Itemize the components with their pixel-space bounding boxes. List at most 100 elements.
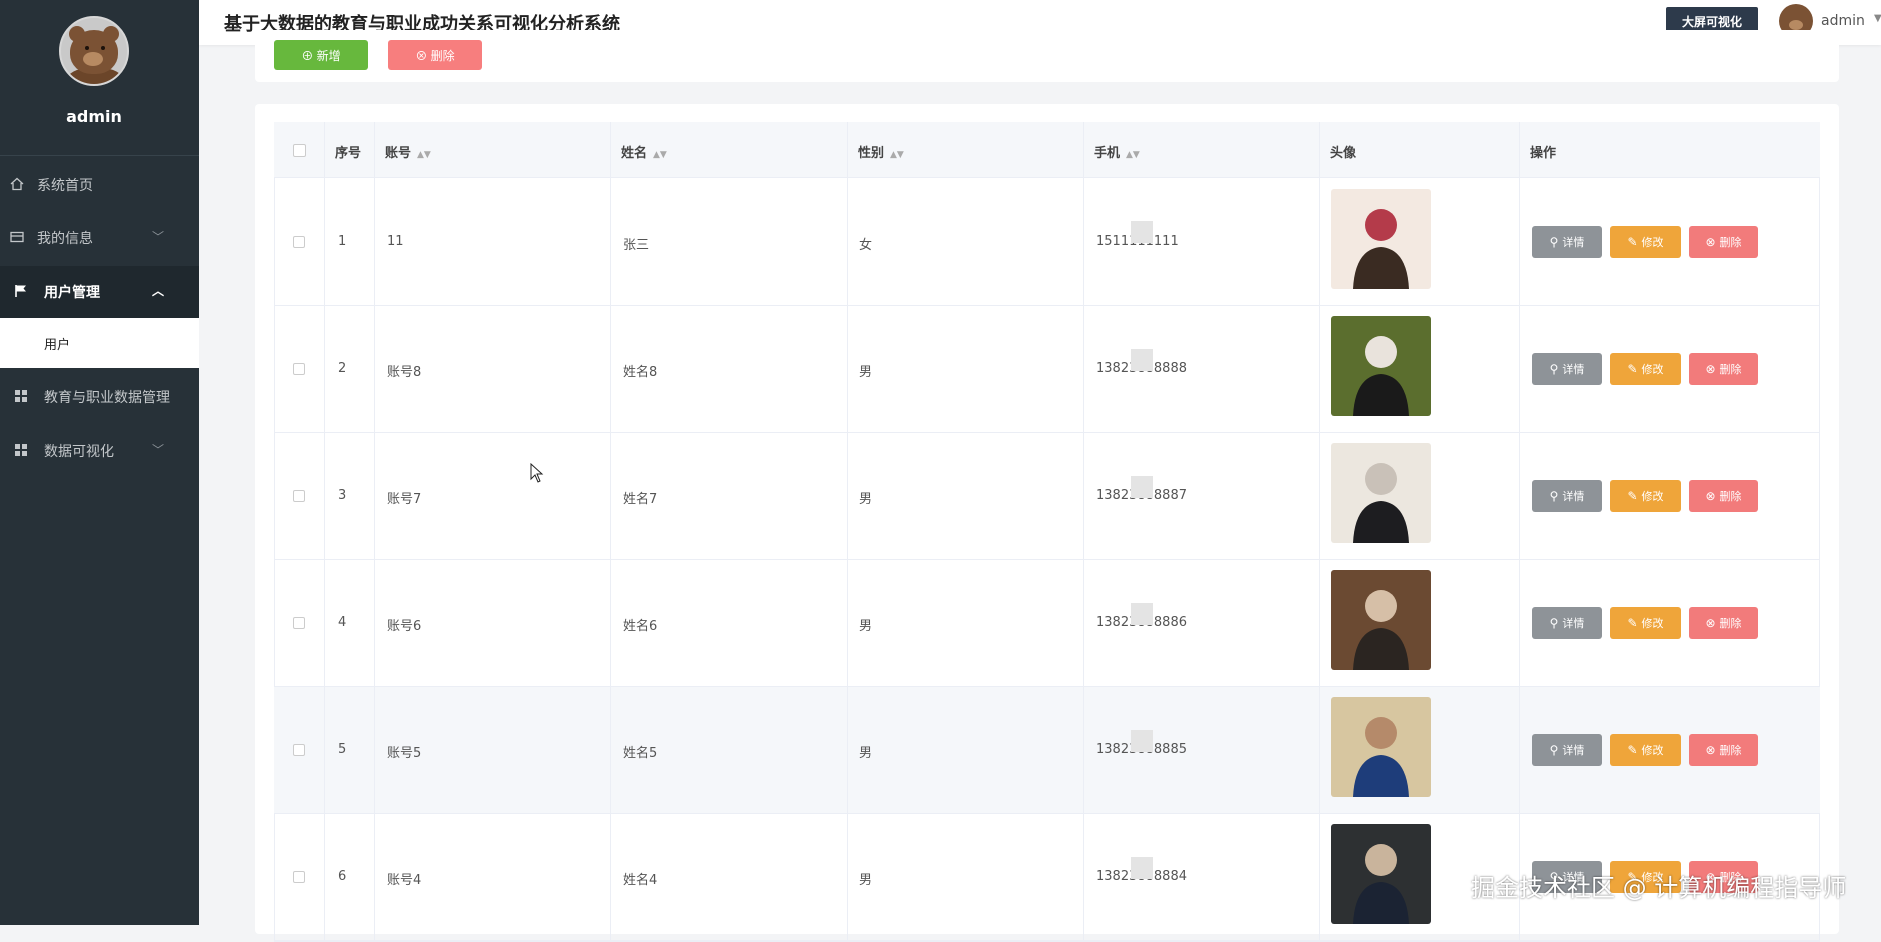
column-divider [324,122,325,942]
chevron-down-icon: ﹀ [152,230,165,244]
caret-down-icon[interactable]: ▼ [1874,13,1881,24]
row-checkbox[interactable] [293,363,305,375]
delete-button[interactable]: ⊗ 删除 [1689,734,1758,766]
cell-index: 2 [338,361,347,376]
cell-name: 张三 [623,238,650,253]
cell-name: 姓名7 [623,492,658,507]
sidebar-item-user-management[interactable]: 用户管理 ︿ [0,266,199,318]
phone-redaction [1131,857,1153,879]
phone-redaction [1131,221,1153,243]
select-all-checkbox[interactable] [293,144,306,157]
sidebar-item-education-career-data[interactable]: 教育与职业数据管理 [0,371,199,423]
detail-button[interactable]: ⚲ 详情 [1532,353,1602,385]
close-circle-icon: ⊗ [1705,235,1716,249]
sidebar-item-data-visualization[interactable]: 数据可视化 ﹀ [0,425,199,477]
sidebar-item-label: 用户管理 [44,285,100,301]
cell-gender: 男 [859,746,873,761]
column-header-account[interactable]: 账号 ▲▼ [385,142,431,161]
mouse-cursor-icon [530,463,544,483]
sidebar-item-label: 系统首页 [37,178,93,194]
sidebar-item-label: 教育与职业数据管理 [44,390,170,406]
row-checkbox[interactable] [293,871,305,883]
user-photo [1331,570,1431,670]
sort-icon: ▲▼ [890,150,904,160]
close-circle-icon: ⊗ [1705,616,1716,630]
close-circle-icon: ⊗ [415,48,431,63]
row-checkbox[interactable] [293,744,305,756]
pencil-icon: ✎ [1627,743,1638,757]
edit-button[interactable]: ✎ 修改 [1610,353,1681,385]
cell-account: 11 [387,234,404,249]
header-username[interactable]: admin [1821,13,1865,29]
cell-name: 姓名5 [623,746,658,761]
sidebar-item-home[interactable]: 系统首页 [0,159,199,211]
grid-icon [15,390,27,402]
column-header-name[interactable]: 姓名 ▲▼ [621,142,667,161]
column-divider [374,122,375,942]
sidebar-subitem-users[interactable]: 用户 [0,318,199,368]
cell-name: 姓名8 [623,365,658,380]
pencil-icon: ✎ [1627,235,1638,249]
cell-account: 账号6 [387,619,422,634]
sort-icon: ▲▼ [1126,150,1140,160]
flag-icon [15,285,26,297]
cell-gender: 男 [859,365,873,380]
close-circle-icon: ⊗ [1705,362,1716,376]
row-checkbox[interactable] [293,617,305,629]
cell-gender: 男 [859,619,873,634]
row-checkbox[interactable] [293,236,305,248]
table-row: 4账号6姓名6男13823888886⚲详情✎修改⊗删除 [274,560,1820,687]
delete-button[interactable]: ⊗ 删除 [1689,607,1758,639]
cell-account: 账号5 [387,746,422,761]
chevron-up-icon: ︿ [152,284,165,298]
table-row: 2账号8姓名8男13823888888⚲详情✎修改⊗删除 [274,306,1820,433]
cell-index: 3 [338,488,347,503]
cell-gender: 男 [859,873,873,888]
chevron-down-icon: ﹀ [152,443,165,457]
delete-button[interactable]: ⊗ 删除 [1689,353,1758,385]
edit-button[interactable]: ✎ 修改 [1610,480,1681,512]
user-photo [1331,824,1431,924]
add-button[interactable]: ⊕ 新增 [274,40,368,70]
column-header-index: 序号 [335,146,362,161]
table-header: 序号 账号 ▲▼ 姓名 ▲▼ 性别 ▲▼ 手机 ▲▼ 头像 操作 [274,122,1820,178]
pencil-icon: ✎ [1627,489,1638,503]
delete-button[interactable]: ⊗ 删除 [1689,226,1758,258]
close-circle-icon: ⊗ [1705,743,1716,757]
detail-button[interactable]: ⚲ 详情 [1532,607,1602,639]
phone-redaction [1131,730,1153,752]
watermark: 掘金技术社区 @ 计算机编程指导师 [1471,874,1847,902]
cell-index: 4 [338,615,347,630]
detail-button[interactable]: ⚲ 详情 [1532,480,1602,512]
cell-index: 6 [338,869,347,884]
column-header-phone[interactable]: 手机 ▲▼ [1094,142,1140,161]
edit-button[interactable]: ✎ 修改 [1610,226,1681,258]
sort-icon: ▲▼ [653,150,667,160]
search-icon: ⚲ [1549,235,1559,249]
sidebar-avatar [59,16,129,86]
sidebar-item-my-info[interactable]: 我的信息 ﹀ [0,212,199,264]
column-header-avatar: 头像 [1330,146,1357,161]
delete-button-label: 删除 [430,48,455,63]
edit-button[interactable]: ✎ 修改 [1610,734,1681,766]
edit-button[interactable]: ✎ 修改 [1610,607,1681,639]
batch-delete-button[interactable]: ⊗ 删除 [388,40,482,70]
column-divider [610,122,611,942]
pencil-icon: ✎ [1627,616,1638,630]
phone-redaction [1131,349,1153,371]
delete-button[interactable]: ⊗ 删除 [1689,480,1758,512]
user-photo [1331,443,1431,543]
column-header-gender[interactable]: 性别 ▲▼ [858,142,904,161]
cell-index: 1 [338,234,347,249]
phone-redaction [1131,603,1153,625]
row-checkbox[interactable] [293,490,305,502]
phone-redaction [1131,476,1153,498]
toolbar-card [255,30,1839,82]
column-divider [1083,122,1084,942]
detail-button[interactable]: ⚲ 详情 [1532,734,1602,766]
cell-name: 姓名6 [623,619,658,634]
detail-button[interactable]: ⚲ 详情 [1532,226,1602,258]
user-photo [1331,697,1431,797]
sidebar: admin 系统首页 我的信息 ﹀ 用户管理 ︿ 用户 教育与职业数据管理 数据… [0,0,199,925]
column-divider [1319,122,1320,942]
